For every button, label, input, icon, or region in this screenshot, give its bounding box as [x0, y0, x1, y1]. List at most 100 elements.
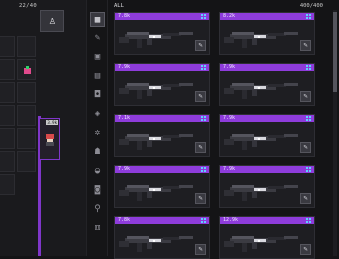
- bag-icon: ◙: [94, 185, 101, 195]
- camera-icon: ◘: [94, 90, 101, 100]
- cup-button[interactable]: ◒: [90, 164, 105, 179]
- character-sprite-icon: [46, 134, 54, 146]
- shotgun-icon: [119, 134, 193, 150]
- weapon-price: 8.2k: [223, 13, 236, 19]
- gear-icon: ✲: [94, 128, 101, 138]
- pencil-icon: ✎: [198, 194, 203, 202]
- robot-icon: ☗: [94, 147, 101, 157]
- gear-button[interactable]: ✲: [90, 126, 105, 141]
- weapon-price: 7.9k: [223, 64, 236, 70]
- weapon-price: 7.8k: [118, 217, 131, 223]
- weapon-price: 7.9k: [118, 166, 131, 172]
- edit-weapon-button[interactable]: ✎: [300, 40, 311, 51]
- inventory-slot[interactable]: [0, 174, 15, 195]
- inventory-slot[interactable]: [0, 105, 15, 126]
- pencil-icon: ✎: [303, 245, 308, 253]
- weapon-price: 7.9k: [118, 64, 131, 70]
- edit-weapon-button[interactable]: ✎: [195, 193, 206, 204]
- inventory-slot[interactable]: [17, 36, 36, 57]
- edit-weapon-button[interactable]: ✎: [300, 244, 311, 255]
- weapon-card[interactable]: 7.9k ✎: [219, 63, 315, 106]
- inventory-slot[interactable]: [0, 36, 15, 57]
- selected-inventory-item[interactable]: 3.9k: [39, 118, 60, 160]
- shotgun-icon: [224, 32, 298, 48]
- pencil-icon: ✎: [198, 41, 203, 49]
- inventory-slot[interactable]: [0, 82, 15, 103]
- scrollbar-thumb[interactable]: [333, 12, 337, 92]
- archive-button[interactable]: ▤: [90, 69, 105, 84]
- grid-view-button[interactable]: ▦: [90, 12, 105, 27]
- inventory-count: 22/40: [18, 3, 37, 9]
- archive-icon: ▤: [94, 71, 101, 81]
- pencil-icon: ✎: [303, 41, 308, 49]
- character-filter-button[interactable]: ♙: [40, 10, 64, 32]
- inventory-slot[interactable]: [17, 59, 36, 80]
- mod-slots-icon: [306, 14, 312, 19]
- mod-slots-icon: [306, 65, 312, 70]
- key-button[interactable]: ⚲: [90, 202, 105, 217]
- mod-slots-icon: [306, 167, 312, 172]
- inventory-slot[interactable]: [17, 82, 36, 103]
- weapon-card[interactable]: 7.8k ✎: [114, 216, 210, 259]
- box-icon: ▣: [94, 52, 101, 62]
- shotgun-icon: [224, 236, 298, 252]
- inventory-slot[interactable]: [17, 105, 36, 126]
- weapon-price: 7.9k: [223, 166, 236, 172]
- shotgun-icon: [119, 83, 193, 99]
- category-title: ALL: [114, 3, 124, 9]
- edit-weapon-button[interactable]: ✎: [300, 91, 311, 102]
- inventory-slot[interactable]: [0, 151, 15, 172]
- weapon-price: 7.9k: [223, 115, 236, 121]
- weapon-card[interactable]: 7.9k ✎: [114, 165, 210, 208]
- weapon-price: 7.8k: [118, 13, 131, 19]
- edit-weapon-button[interactable]: ✎: [195, 142, 206, 153]
- weapon-card[interactable]: 12.9k ✎: [219, 216, 315, 259]
- shotgun-icon: [224, 83, 298, 99]
- mod-slots-icon: [201, 116, 207, 121]
- camera-button[interactable]: ◘: [90, 88, 105, 103]
- box-button[interactable]: ▣: [90, 50, 105, 65]
- mod-slots-icon: [306, 218, 312, 223]
- weapon-card[interactable]: 8.2k ✎: [219, 12, 315, 55]
- edit-weapon-button[interactable]: ✎: [195, 40, 206, 51]
- pencil-icon: ✎: [303, 194, 308, 202]
- robot-button[interactable]: ☗: [90, 145, 105, 160]
- shotgun-icon: [119, 236, 193, 252]
- shield-button[interactable]: ◈: [90, 107, 105, 122]
- mod-slots-icon: [201, 218, 207, 223]
- pencil-button[interactable]: ✎: [90, 31, 105, 46]
- edit-weapon-button[interactable]: ✎: [300, 142, 311, 153]
- bag-button[interactable]: ◙: [90, 183, 105, 198]
- category-toolbar: ▦ ✎ ▣ ▤ ◘ ◈ ✲ ☗ ◒ ◙ ⚲ ⚅: [86, 0, 108, 256]
- weapon-card[interactable]: 7.9k ✎: [114, 63, 210, 106]
- inventory-slot[interactable]: [17, 151, 36, 172]
- cup-icon: ◒: [94, 166, 101, 176]
- shotgun-icon: [119, 185, 193, 201]
- inventory-pane: 22/40 ♙ 3.9k: [0, 0, 86, 256]
- pencil-icon: ✎: [198, 245, 203, 253]
- weapon-card[interactable]: 7.8k ✎: [114, 12, 210, 55]
- inventory-slot[interactable]: [17, 128, 36, 149]
- weapon-card[interactable]: 7.9k ✎: [219, 165, 315, 208]
- item-sprite-icon: [24, 66, 31, 74]
- edit-weapon-button[interactable]: ✎: [300, 193, 311, 204]
- weapon-price: 7.1k: [118, 115, 131, 121]
- pencil-icon: ✎: [198, 92, 203, 100]
- shield-icon: ◈: [94, 109, 101, 119]
- mod-slots-icon: [201, 65, 207, 70]
- weapon-card[interactable]: 7.9k ✎: [219, 114, 315, 157]
- weapon-card[interactable]: 7.1k ✎: [114, 114, 210, 157]
- edit-weapon-button[interactable]: ✎: [195, 244, 206, 255]
- grid-view-icon: ▦: [94, 15, 101, 25]
- pencil-icon: ✎: [198, 143, 203, 151]
- edit-weapon-button[interactable]: ✎: [195, 91, 206, 102]
- weapon-list: ALL 400/400 7.8k ✎ 8.2k ✎ 7.9k ✎ 7.9k ✎ 7.1k ✎ 7.9…: [108, 0, 339, 259]
- shotgun-icon: [119, 32, 193, 48]
- shotgun-icon: [224, 134, 298, 150]
- inventory-slot[interactable]: [0, 59, 15, 80]
- inventory-slot[interactable]: [0, 128, 15, 149]
- dice-button[interactable]: ⚅: [90, 221, 105, 236]
- mod-slots-icon: [201, 167, 207, 172]
- item-count: 400/400: [299, 3, 323, 9]
- weapon-price: 12.9k: [223, 217, 239, 223]
